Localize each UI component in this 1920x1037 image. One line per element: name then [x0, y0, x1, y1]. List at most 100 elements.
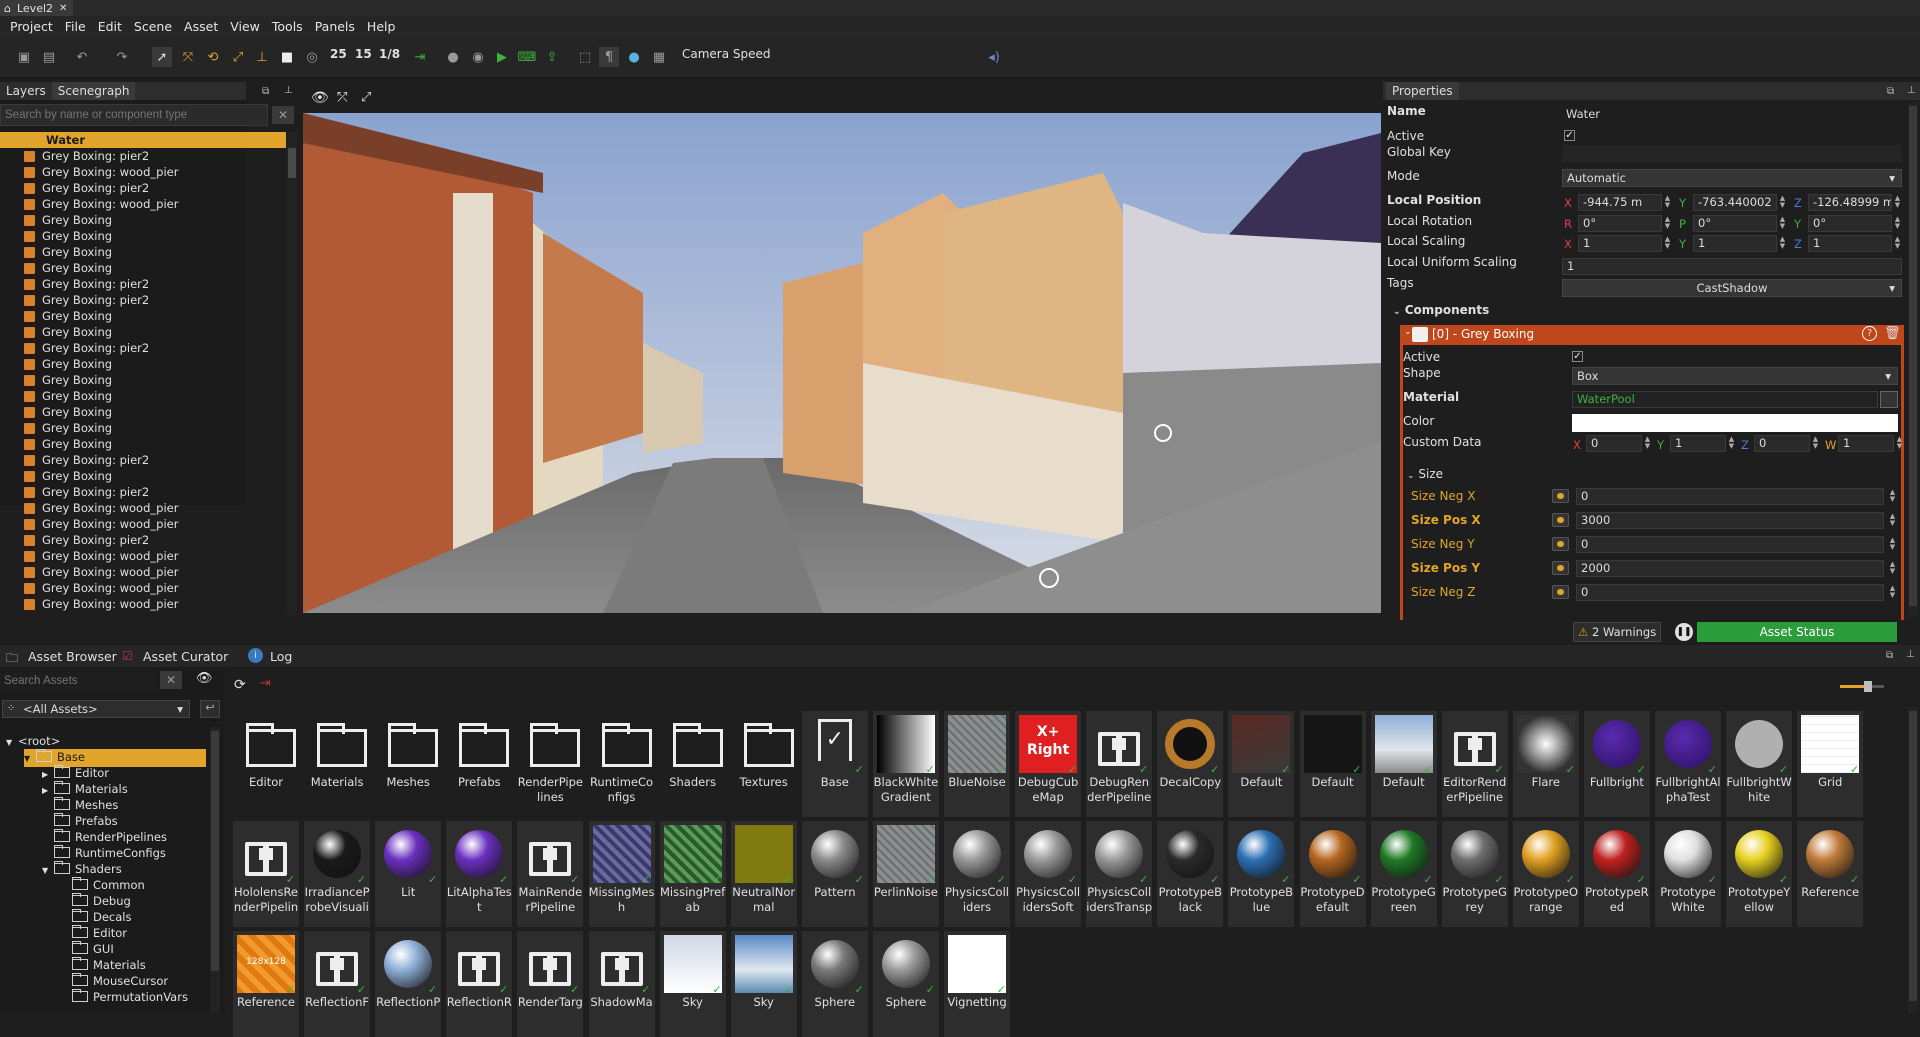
position-x-field[interactable]: -944.75 m	[1578, 194, 1662, 211]
spinner-icon[interactable]: ▲ ▼	[1663, 216, 1672, 231]
material-field[interactable]: WaterPool	[1572, 391, 1878, 408]
scenegraph-item[interactable]: Grey Boxing	[0, 404, 286, 420]
asset-tile[interactable]: ✓RenderTarget	[517, 931, 584, 1037]
publish-icon[interactable]: ⇪	[542, 47, 562, 67]
asset-tile[interactable]: ✓ NeutralNormal	[730, 821, 797, 927]
asset-tile[interactable]: ✓ PrototypeDefault	[1299, 821, 1366, 927]
scenegraph-item[interactable]: Grey Boxing	[0, 420, 286, 436]
spinner-icon[interactable]: ▲ ▼	[1888, 537, 1897, 552]
size-row-field[interactable]: 0	[1576, 536, 1884, 553]
scenegraph-item[interactable]: Grey Boxing	[0, 356, 286, 372]
asset-tree-item[interactable]: PermutationVars	[60, 989, 188, 1005]
refresh-icon[interactable]: ⟳	[234, 677, 246, 693]
scenegraph-item-selected[interactable]: Water	[0, 132, 286, 148]
tab-asset-curator[interactable]: Asset Curator	[143, 649, 228, 664]
asset-tree-scrollbar[interactable]	[210, 727, 220, 1013]
help-icon[interactable]: ?	[1862, 326, 1877, 341]
menu-edit[interactable]: Edit	[92, 16, 128, 38]
asset-tree-item[interactable]: Common	[60, 877, 145, 893]
float-panel-icon[interactable]: ⧉	[1887, 86, 1894, 97]
spinner-icon[interactable]: ▲ ▼	[1727, 436, 1736, 451]
scaling-y-field[interactable]: 1	[1693, 235, 1777, 252]
export-scene-icon[interactable]: ⇥	[410, 47, 430, 67]
rotation-y-field[interactable]: 0°	[1808, 215, 1892, 232]
asset-tile[interactable]: ✓ FullbrightWhite	[1726, 711, 1793, 817]
close-icon[interactable]: ✕	[59, 3, 67, 14]
reset-filter-icon[interactable]: ↩	[200, 700, 220, 718]
scene-viewport[interactable]	[303, 113, 1381, 613]
asset-tile[interactable]: ✓ PerlinNoise	[872, 821, 939, 927]
scenegraph-item[interactable]: Grey Boxing: pier2	[0, 276, 286, 292]
asset-tile[interactable]: ✓ Pattern	[801, 821, 868, 927]
asset-tile[interactable]: ✓ BlueNoise	[944, 711, 1010, 817]
frame-icon[interactable]: ⬚	[575, 47, 595, 67]
scenegraph-item[interactable]: Grey Boxing: pier2	[0, 532, 286, 548]
spinner-icon[interactable]: ▲ ▼	[1888, 489, 1897, 504]
gamepad-icon[interactable]: ⌨	[517, 47, 537, 67]
save-icon[interactable]: ▣	[14, 47, 34, 67]
asset-tile[interactable]: Shaders	[659, 711, 726, 817]
spinner-icon[interactable]: ▲ ▼	[1778, 216, 1787, 231]
scenegraph-item[interactable]: Grey Boxing: pier2	[0, 292, 286, 308]
asset-tile[interactable]: ✓ PrototypeGrey	[1441, 821, 1508, 927]
override-toggle-icon[interactable]	[1552, 513, 1569, 527]
warnings-button[interactable]: ⚠ 2 Warnings	[1573, 622, 1661, 642]
document-tab[interactable]: ⌂ Level2 ✕	[0, 0, 74, 16]
name-field[interactable]: Water	[1562, 107, 1902, 124]
override-toggle-icon[interactable]	[1552, 537, 1569, 551]
asset-grid-scrollbar[interactable]	[1908, 707, 1918, 1013]
scenegraph-item[interactable]: Grey Boxing: pier2	[0, 452, 286, 468]
asset-tile[interactable]: ✓ LitAlphaTest	[446, 821, 513, 927]
scenegraph-search-input[interactable]	[0, 104, 268, 126]
rotate-tool-icon[interactable]: ⟲	[203, 47, 223, 67]
scaling-x-field[interactable]: 1	[1578, 235, 1662, 252]
position-y-field[interactable]: -763.440002 m	[1693, 194, 1777, 211]
scenegraph-item[interactable]: Grey Boxing: pier2	[0, 180, 286, 196]
asset-tile[interactable]: ✓ PrototypeRed	[1583, 821, 1650, 927]
eye-icon[interactable]: 👁	[196, 671, 213, 686]
record-icon[interactable]: ●	[624, 47, 644, 67]
spinner-icon[interactable]: ▲ ▼	[1778, 195, 1787, 210]
spinner-icon[interactable]: ▲ ▼	[1888, 513, 1897, 528]
scenegraph-item[interactable]: Grey Boxing	[0, 244, 286, 260]
tab-properties[interactable]: Properties	[1386, 82, 1459, 100]
asset-tile[interactable]: Editor	[233, 711, 299, 817]
clear-search-icon[interactable]: ✕	[160, 671, 182, 689]
asset-status-button[interactable]: Asset Status	[1697, 622, 1897, 642]
pin-icon[interactable]: ⊥	[284, 85, 293, 96]
save-all-icon[interactable]: ▤	[39, 47, 59, 67]
asset-tree-item[interactable]: Editor	[60, 925, 127, 941]
size-row-field[interactable]: 3000	[1576, 512, 1884, 529]
components-label[interactable]: ⌄ Components	[1393, 303, 1489, 317]
asset-tile[interactable]: ✓ Sphere	[801, 931, 868, 1037]
scenegraph-item[interactable]: Grey Boxing: pier2	[0, 340, 286, 356]
asset-tile[interactable]: ✓ Default	[1370, 711, 1437, 817]
rotation-p-field[interactable]: 0°	[1693, 215, 1777, 232]
asset-tile[interactable]: ✓ EditorRenderPipeline	[1441, 711, 1508, 817]
menu-asset[interactable]: Asset	[178, 16, 224, 38]
asset-tile[interactable]: ✓ Grid	[1797, 711, 1864, 817]
tab-log[interactable]: Log	[270, 649, 292, 664]
play-icon[interactable]: ▶	[492, 47, 512, 67]
asset-tile[interactable]: ✓ReflectionProbe	[375, 931, 442, 1037]
asset-tree-item[interactable]: Decals	[60, 909, 132, 925]
pin-icon[interactable]: ⊥	[1906, 649, 1915, 660]
asset-tile[interactable]: ✓ PrototypeWhite	[1655, 821, 1721, 927]
scenegraph-item[interactable]: Grey Boxing: wood_pier	[0, 580, 286, 596]
scenegraph-item[interactable]: Grey Boxing: wood_pier	[0, 564, 286, 580]
pin-icon[interactable]: ⊥	[1907, 85, 1916, 96]
scenegraph-item[interactable]: Grey Boxing: pier2	[0, 148, 286, 164]
asset-type-filter[interactable]: ⁘ <All Assets> ▾	[2, 700, 190, 718]
menu-project[interactable]: Project	[4, 16, 59, 38]
scenegraph-item[interactable]: Grey Boxing: wood_pier	[0, 500, 286, 516]
scenegraph-item[interactable]: Grey Boxing	[0, 228, 286, 244]
import-icon[interactable]: ⇥	[260, 676, 271, 691]
translate-tool-icon[interactable]: ⤧	[178, 47, 198, 67]
float-panel-icon[interactable]: ⧉	[262, 86, 269, 97]
custom-data-z-field[interactable]: 0	[1754, 435, 1810, 452]
asset-tile[interactable]: ✓ PhysicsColliders	[944, 821, 1010, 927]
asset-tile[interactable]: ✓ Reference	[1797, 821, 1864, 927]
paragraph-icon[interactable]: ¶	[599, 47, 619, 67]
material-picker-icon[interactable]	[1880, 391, 1898, 408]
properties-scrollbar[interactable]	[1908, 102, 1918, 617]
